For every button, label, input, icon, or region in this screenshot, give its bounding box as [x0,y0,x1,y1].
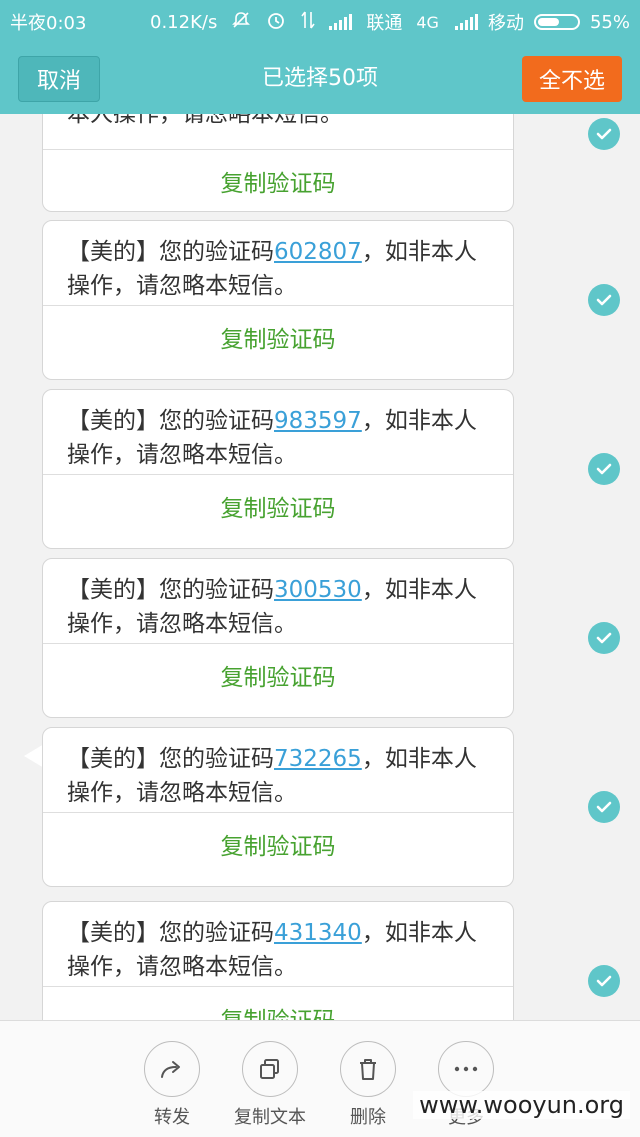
message-bubble[interactable]: 【美的】您的验证码431340，如非本人操作，请忽略本短信。 复制验证码 [42,901,514,1020]
message-text: 本人操作，请忽略本短信。 [67,114,343,127]
delete-label: 删除 [350,1107,386,1128]
copy-text-button[interactable]: 复制文本 [220,1041,320,1129]
network-speed: 0.12K/s [150,11,218,33]
selected-check-icon[interactable] [588,791,620,823]
forward-button[interactable]: 转发 [122,1041,222,1129]
carrier-1: 联通 [366,13,403,34]
message-list[interactable]: 本人操作，请忽略本短信。 复制验证码 【美的】您的验证码602807，如非本人操… [0,114,640,1020]
status-bar: 半夜0:03 0.12K/s 联通 4G 移动 55% [0,0,640,44]
forward-label: 转发 [154,1107,190,1128]
verification-code-link[interactable]: 602807 [274,239,362,265]
verification-code-link[interactable]: 983597 [274,408,362,434]
signal-icon [329,14,353,30]
message-bubble[interactable]: 【美的】您的验证码300530，如非本人操作，请忽略本短信。 复制验证码 [42,558,514,718]
selected-check-icon[interactable] [588,622,620,654]
selected-check-icon[interactable] [588,453,620,485]
more-icon[interactable] [438,1041,494,1097]
message-text: 【美的】您的验证码983597，如非本人操作，请忽略本短信。 [67,408,477,468]
copy-code-button[interactable]: 复制验证码 [43,987,513,1020]
selected-check-icon[interactable] [588,965,620,997]
data-arrows-icon [301,10,315,35]
copy-code-button[interactable]: 复制验证码 [43,813,513,875]
copy-icon[interactable] [242,1041,298,1097]
forward-icon[interactable] [144,1041,200,1097]
bottom-action-bar: 转发 复制文本 删除 更多 www.wooyun.org [0,1020,640,1137]
cancel-button[interactable]: 取消 [18,56,100,102]
battery-icon [533,14,580,30]
bubble-tail [24,744,44,768]
copy-code-button[interactable]: 复制验证码 [43,150,513,212]
title-bar: 取消 已选择50项 全不选 [0,44,640,114]
message-bubble[interactable]: 【美的】您的验证码983597，如非本人操作，请忽略本短信。 复制验证码 [42,389,514,549]
message-bubble[interactable]: 本人操作，请忽略本短信。 复制验证码 [42,114,514,212]
watermark: www.wooyun.org [413,1091,630,1119]
message-text: 【美的】您的验证码300530，如非本人操作，请忽略本短信。 [67,577,477,637]
verification-code-link[interactable]: 431340 [274,920,362,946]
alarm-icon [265,9,287,36]
battery-percent: 55% [589,11,630,33]
selected-check-icon[interactable] [588,118,620,150]
mute-icon [231,10,251,35]
selected-check-icon[interactable] [588,284,620,316]
deselect-all-button[interactable]: 全不选 [522,56,622,102]
copy-code-button[interactable]: 复制验证码 [43,644,513,706]
message-text: 【美的】您的验证码431340，如非本人操作，请忽略本短信。 [67,920,477,980]
message-bubble[interactable]: 【美的】您的验证码732265，如非本人操作，请忽略本短信。 复制验证码 [42,727,514,887]
copy-code-button[interactable]: 复制验证码 [43,475,513,537]
message-text: 【美的】您的验证码602807，如非本人操作，请忽略本短信。 [67,239,477,299]
signal-2-icon [454,14,478,30]
trash-icon[interactable] [340,1041,396,1097]
message-bubble[interactable]: 【美的】您的验证码602807，如非本人操作，请忽略本短信。 复制验证码 [42,220,514,380]
delete-button[interactable]: 删除 [318,1041,418,1129]
verification-code-link[interactable]: 300530 [274,577,362,603]
copy-code-button[interactable]: 复制验证码 [43,306,513,368]
network-type: 4G [416,12,439,32]
verification-code-link[interactable]: 732265 [274,746,362,772]
carrier-2: 移动 [487,13,524,34]
clock: 半夜0:03 [10,13,87,34]
copy-text-label: 复制文本 [234,1107,306,1128]
message-text: 【美的】您的验证码732265，如非本人操作，请忽略本短信。 [67,746,477,806]
